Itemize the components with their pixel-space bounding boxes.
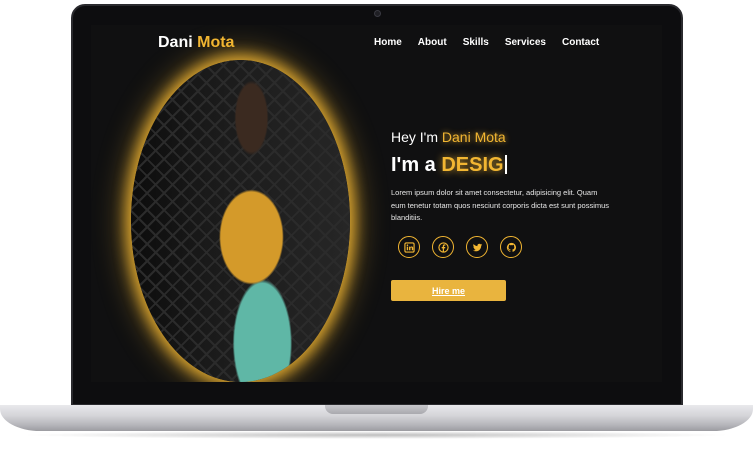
laptop-shadow	[20, 431, 733, 439]
nav-home[interactable]: Home	[374, 37, 402, 48]
laptop-notch	[325, 405, 428, 414]
role-prefix: I'm a	[391, 154, 436, 176]
facebook-icon	[437, 241, 449, 253]
hero-description: Lorem ipsum dolor sit amet consectetur, …	[391, 188, 610, 222]
hero-name: Dani Mota	[441, 129, 506, 145]
facebook-link[interactable]	[432, 236, 454, 258]
social-links	[398, 236, 534, 258]
role-typed: DESIG	[441, 154, 504, 176]
nav-about[interactable]: About	[418, 37, 447, 48]
linkedin-icon	[403, 241, 415, 253]
main-nav: Home About Skills Services Contact	[374, 37, 615, 48]
profile-photo	[131, 60, 350, 382]
website-screen: Dani Mota Home About Skills Services Con…	[91, 25, 662, 382]
site-logo[interactable]: Dani Mota	[158, 34, 234, 52]
hero-role: I'm a DESIG	[391, 154, 507, 177]
typing-cursor	[504, 155, 507, 174]
nav-contact[interactable]: Contact	[562, 37, 599, 48]
nav-services[interactable]: Services	[505, 37, 546, 48]
nav-skills[interactable]: Skills	[463, 37, 489, 48]
linkedin-link[interactable]	[398, 236, 420, 258]
hire-me-button[interactable]: Hire me	[391, 280, 506, 301]
hero-greeting: Hey I'm Dani Mota	[391, 129, 506, 145]
logo-first-name: Dani	[158, 34, 193, 51]
github-link[interactable]	[500, 236, 522, 258]
greeting-text: Hey I'm	[391, 129, 439, 145]
camera-icon	[374, 10, 381, 17]
logo-last-name: Mota	[197, 34, 235, 51]
twitter-icon	[472, 243, 482, 251]
twitter-link[interactable]	[466, 236, 488, 258]
github-icon	[506, 242, 516, 252]
